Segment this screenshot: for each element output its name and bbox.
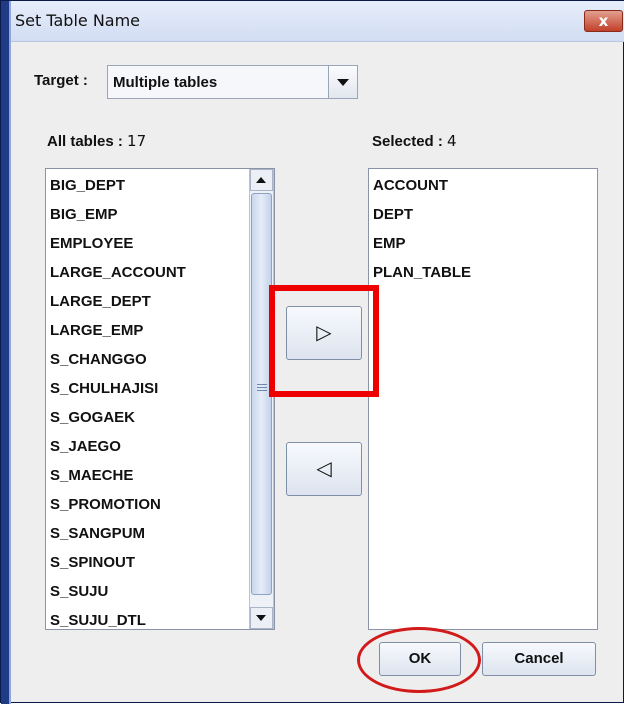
scroll-down-icon[interactable]	[250, 607, 273, 629]
list-item[interactable]: BIG_DEPT	[50, 177, 125, 194]
list-item[interactable]: S_SANGPUM	[50, 525, 145, 542]
chevron-down-icon[interactable]	[328, 66, 357, 98]
list-item[interactable]: LARGE_DEPT	[50, 293, 151, 310]
list-item[interactable]: EMPLOYEE	[50, 235, 133, 252]
list-item[interactable]: DEPT	[373, 206, 413, 223]
window-border-left	[1, 1, 9, 704]
selected-label: Selected : 4	[372, 132, 457, 150]
target-select[interactable]: Multiple tables	[107, 65, 358, 99]
list-item[interactable]: EMP	[373, 235, 406, 252]
title-bar[interactable]: Set Table Name x	[11, 1, 624, 42]
list-item[interactable]: S_PROMOTION	[50, 496, 161, 513]
all-tables-count: 17	[127, 132, 147, 150]
list-item[interactable]: BIG_EMP	[50, 206, 118, 223]
move-left-icon: ◁	[316, 456, 332, 480]
close-button[interactable]: x	[584, 10, 623, 32]
list-item[interactable]: ACCOUNT	[373, 177, 448, 194]
list-item[interactable]: LARGE_ACCOUNT	[50, 264, 186, 281]
all-tables-list[interactable]: BIG_DEPT BIG_EMP EMPLOYEE LARGE_ACCOUNT LARG…	[45, 168, 275, 630]
selected-count: 4	[447, 132, 457, 150]
list-item[interactable]: S_SUJU	[50, 583, 108, 600]
list-item[interactable]: S_SPINOUT	[50, 554, 135, 571]
cancel-button[interactable]: Cancel	[482, 642, 596, 676]
move-left-button[interactable]: ◁	[286, 442, 362, 496]
all-tables-scrollbar[interactable]	[249, 169, 274, 629]
window-title: Set Table Name	[15, 11, 141, 30]
list-item[interactable]: LARGE_EMP	[50, 322, 143, 339]
list-item[interactable]: S_SUJU_DTL	[50, 612, 146, 629]
scroll-up-icon[interactable]	[250, 169, 273, 191]
set-table-name-dialog: Set Table Name x Target : Multiple table…	[0, 0, 624, 704]
all-tables-label: All tables : 17	[47, 132, 146, 150]
ok-highlight-oval	[357, 627, 481, 693]
list-item[interactable]: S_GOGAEK	[50, 409, 135, 426]
list-item[interactable]: S_CHANGGO	[50, 351, 147, 368]
list-item[interactable]: PLAN_TABLE	[373, 264, 471, 281]
list-item[interactable]: S_CHULHAJISI	[50, 380, 158, 397]
all-tables-label-text: All tables :	[47, 133, 123, 150]
highlight-box	[269, 285, 379, 397]
list-item[interactable]: S_MAECHE	[50, 467, 133, 484]
list-item[interactable]: S_JAEGO	[50, 438, 121, 455]
selected-label-text: Selected :	[372, 133, 443, 150]
grip-icon	[257, 384, 267, 391]
selected-tables-list[interactable]: ACCOUNT DEPT EMP PLAN_TABLE	[368, 168, 598, 630]
target-select-value: Multiple tables	[113, 74, 218, 91]
window-border-inner	[9, 1, 11, 704]
target-label: Target :	[34, 72, 88, 89]
